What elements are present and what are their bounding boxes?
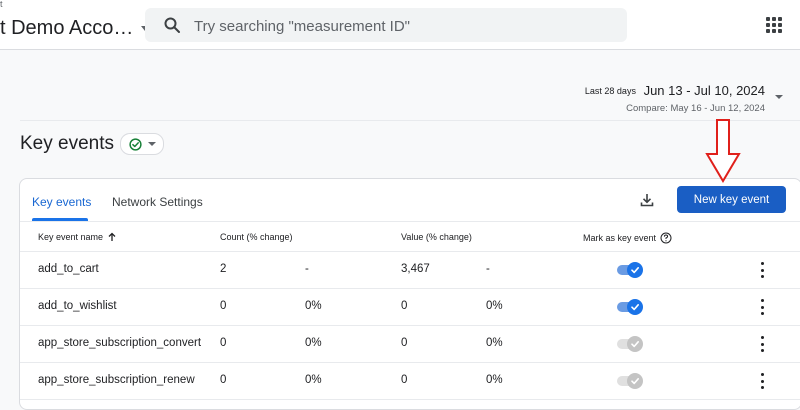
date-range-label: Last 28 days [584,86,636,96]
top-bar: t t Demo Acco… [0,0,800,50]
count-change: 0% [305,337,322,349]
date-range-value: Jun 13 - Jul 10, 2024 [643,83,765,98]
column-label: Key event name [38,232,104,242]
account-selector[interactable]: t Demo Acco… [0,17,150,40]
sort-arrow-up-icon [108,232,116,241]
tab-key-events[interactable]: Key events [32,195,91,209]
annotation-arrow [705,119,741,183]
divider [20,120,800,121]
value-value: 0 [401,300,408,312]
key-events-card: Key events Network Settings New key even… [19,178,800,410]
table-row[interactable]: add_to_cart 2 - 3,467 - [20,251,800,289]
apps-grid-icon[interactable] [766,17,782,33]
column-header-value: Value (% change) [401,232,472,242]
value-change: - [486,263,490,275]
event-name: add_to_cart [38,263,99,275]
table-row[interactable]: app_store_subscription_renew 0 0% 0 0% [20,362,800,400]
status-chip[interactable] [120,133,164,155]
search-bar[interactable] [145,8,627,42]
count-change: - [305,263,309,275]
value-value: 0 [401,337,408,349]
value-change: 0% [486,337,503,349]
dropdown-caret-icon[interactable] [775,95,783,99]
checkmark-icon [631,340,639,348]
table-header: Key event name Count (% change) Value (%… [20,221,800,252]
help-circle-icon[interactable] [660,232,672,244]
dropdown-caret-icon [147,142,156,146]
value-change: 0% [486,300,503,312]
mark-key-event-toggle[interactable] [617,373,643,389]
checkmark-icon [631,377,639,385]
count-value: 0 [220,374,227,386]
count-value: 2 [220,263,227,275]
checkmark-icon [631,303,639,311]
more-vert-icon[interactable] [757,262,767,278]
event-name: app_store_subscription_renew [38,374,195,386]
account-breadcrumb: t [0,0,3,9]
check-circle-icon [128,137,142,151]
count-change: 0% [305,374,322,386]
search-icon [163,16,181,39]
count-change: 0% [305,300,322,312]
count-value: 0 [220,337,227,349]
page-title-row: Key events [20,133,164,155]
count-value: 0 [220,300,227,312]
page-title: Key events [20,133,114,154]
table-row[interactable]: app_store_subscription_convert 0 0% 0 0% [20,325,800,363]
column-header-count: Count (% change) [220,232,293,242]
value-value: 3,467 [401,263,430,275]
more-vert-icon[interactable] [757,336,767,352]
event-name: add_to_wishlist [38,300,117,312]
column-header-mark: Mark as key event [583,232,672,244]
value-change: 0% [486,374,503,386]
new-key-event-button[interactable]: New key event [677,186,786,213]
mark-key-event-toggle[interactable] [617,299,643,315]
date-range-picker[interactable]: Last 28 days Jun 13 - Jul 10, 2024 Compa… [585,83,765,114]
event-name: app_store_subscription_convert [38,337,202,349]
more-vert-icon[interactable] [757,373,767,389]
value-value: 0 [401,374,408,386]
column-label: Mark as key event [583,233,657,243]
date-compare: Compare: May 16 - Jun 12, 2024 [626,103,765,114]
tab-network-settings[interactable]: Network Settings [112,195,203,209]
account-name: t Demo Acco… [0,17,134,39]
download-icon[interactable] [638,191,656,209]
table-row[interactable]: add_to_wishlist 0 0% 0 0% [20,288,800,326]
more-vert-icon[interactable] [757,299,767,315]
mark-key-event-toggle[interactable] [617,336,643,352]
column-header-name[interactable]: Key event name [38,232,117,242]
checkmark-icon [631,266,639,274]
mark-key-event-toggle[interactable] [617,262,643,278]
search-input[interactable] [192,14,616,38]
